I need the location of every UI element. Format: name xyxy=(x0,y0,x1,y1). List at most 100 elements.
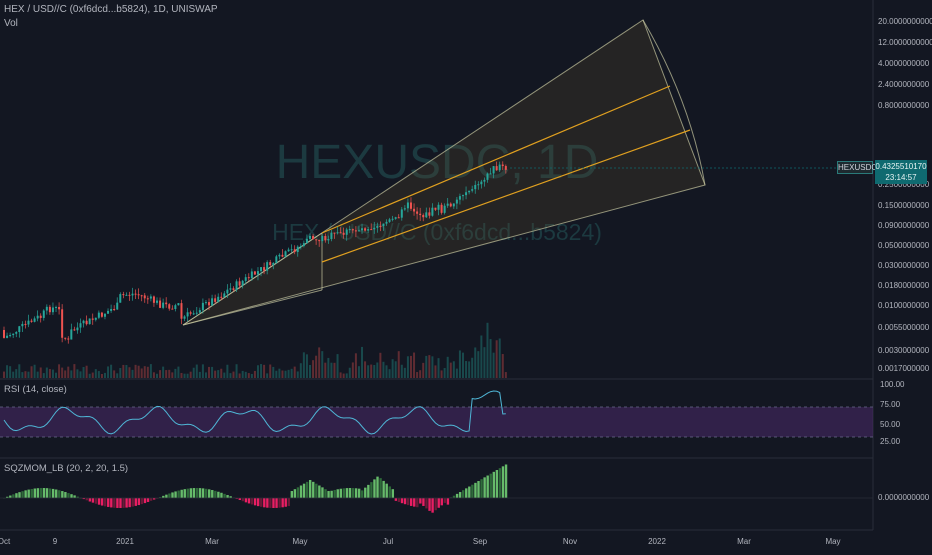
volume-bar xyxy=(483,347,486,378)
volume-label[interactable]: Vol xyxy=(4,18,18,29)
volume-bar xyxy=(468,361,471,378)
volume-bar xyxy=(6,365,9,378)
volume-bar xyxy=(82,367,85,378)
volume-bar xyxy=(168,369,171,378)
candle-body xyxy=(388,219,391,222)
candle-body xyxy=(434,207,437,210)
candle-body xyxy=(214,298,217,302)
volume-bar xyxy=(79,371,82,378)
candle-body xyxy=(183,316,186,319)
volume-bar xyxy=(247,373,250,378)
sqz-bar xyxy=(413,498,416,507)
sqz-bar xyxy=(100,498,104,506)
volume-bar xyxy=(64,370,67,378)
volume-bar xyxy=(431,356,434,378)
rsi-tick-label: 100.00 xyxy=(880,380,905,389)
sqz-bar xyxy=(64,492,67,498)
candle-body xyxy=(250,271,253,279)
time-axis-label: Nov xyxy=(563,537,577,546)
volume-bar xyxy=(312,360,315,378)
candle-body xyxy=(186,312,189,317)
sqz-bar xyxy=(403,498,407,505)
volume-bar xyxy=(131,369,134,378)
candle-body xyxy=(452,203,455,207)
volume-bar xyxy=(315,355,318,378)
sqz-bar xyxy=(24,490,27,498)
volume-bar xyxy=(370,364,373,378)
volume-bar xyxy=(324,362,327,378)
volume-bar xyxy=(336,354,339,378)
volume-bar xyxy=(235,364,238,378)
sqz-bar xyxy=(373,479,376,498)
volume-bar xyxy=(275,370,278,378)
price-tick-label: 20.0000000000 xyxy=(878,17,932,26)
candle-body xyxy=(134,293,137,295)
sqz-bar xyxy=(477,481,480,498)
candle-body xyxy=(247,277,250,279)
volume-bar xyxy=(107,366,110,378)
volume-bar xyxy=(48,369,51,378)
candle-body xyxy=(419,213,422,216)
sqz-bar xyxy=(324,489,327,498)
candle-body xyxy=(58,307,61,310)
candle-body xyxy=(180,303,183,319)
candle-body xyxy=(15,332,18,334)
sqz-bar xyxy=(272,498,275,508)
sqz-bar xyxy=(336,489,339,498)
candle-body xyxy=(406,202,409,209)
sqz-bar xyxy=(278,498,281,508)
volume-bar xyxy=(67,366,70,378)
candle-body xyxy=(232,288,235,290)
candle-body xyxy=(103,313,106,317)
candle-body xyxy=(238,281,241,286)
sqz-bar xyxy=(504,464,508,498)
candle-body xyxy=(100,312,103,317)
sqz-bar xyxy=(437,498,440,508)
sqz-bar xyxy=(256,498,260,507)
time-axis-label: Sep xyxy=(473,537,488,546)
sqz-bar xyxy=(468,486,471,498)
volume-bar xyxy=(345,373,348,378)
volume-bar xyxy=(128,367,131,378)
sqz-bar xyxy=(88,498,92,502)
candle-body xyxy=(492,166,495,174)
candle-body xyxy=(125,294,128,296)
price-tick-label: 0.0100000000 xyxy=(878,301,930,310)
candle-body xyxy=(425,212,428,218)
volume-bar xyxy=(94,369,97,378)
symbol-header[interactable]: HEX / USD//C (0xf6dcd...b5824), 1D, UNIS… xyxy=(4,4,218,15)
candle-body xyxy=(55,307,58,309)
volume-bar xyxy=(361,346,364,378)
candle-body xyxy=(39,315,42,318)
sqzmom-label[interactable]: SQZMOM_LB (20, 2, 20, 1.5) xyxy=(4,463,128,474)
volume-bar xyxy=(55,372,58,378)
volume-bar xyxy=(364,361,367,378)
price-tick-label: 0.0300000000 xyxy=(878,261,930,270)
candle-body xyxy=(474,184,477,190)
sqz-bar xyxy=(195,488,199,498)
sqz-bar xyxy=(275,498,278,508)
candle-body xyxy=(198,310,201,313)
sqz-bar xyxy=(471,484,474,498)
sqz-bar xyxy=(119,498,122,508)
candle-body xyxy=(324,236,327,241)
sqz-bar xyxy=(416,498,419,508)
sqz-bar xyxy=(354,488,358,498)
time-axis-label: Mar xyxy=(737,537,751,546)
rsi-label[interactable]: RSI (14, close) xyxy=(4,384,67,395)
sqz-bar xyxy=(171,492,174,498)
candle-body xyxy=(9,335,12,337)
volume-bar xyxy=(263,364,266,378)
volume-bar xyxy=(486,322,489,378)
volume-bar xyxy=(416,372,419,378)
volume-bar xyxy=(180,372,183,378)
chart-canvas[interactable]: HEXUSDC, 1DHEX / USD//C (0xf6dcd...b5824… xyxy=(0,0,932,550)
chart-stage[interactable]: HEXUSDC, 1D HEX / USD//C (0xf6dcd...b5824… xyxy=(0,0,932,550)
rsi-band xyxy=(0,407,873,437)
sqz-bar xyxy=(397,498,401,503)
volume-bar xyxy=(440,370,443,378)
sqz-bar xyxy=(67,493,70,498)
candle-body xyxy=(354,230,357,232)
sqz-bar xyxy=(382,480,385,498)
candle-body xyxy=(302,243,305,247)
